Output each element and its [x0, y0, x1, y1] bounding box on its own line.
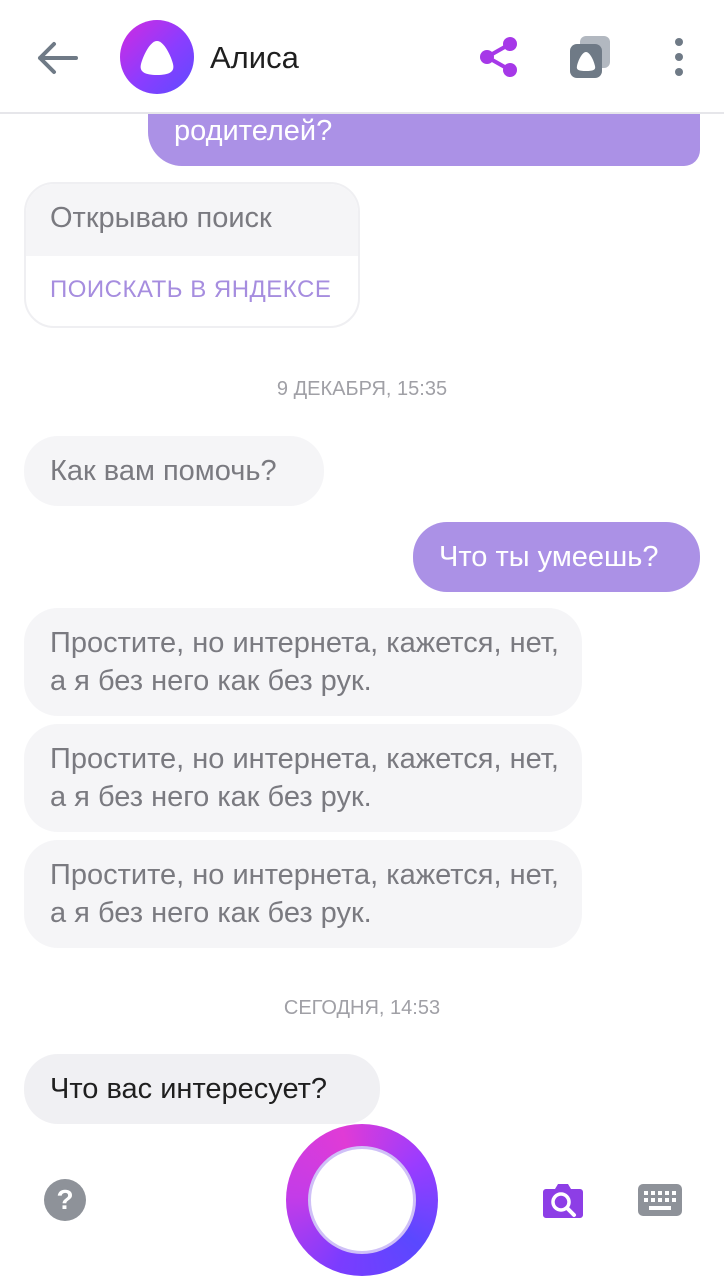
- alice-message-text: Простите, но интернета, кажется, нет, а …: [50, 743, 559, 813]
- help-button[interactable]: ?: [44, 1179, 86, 1221]
- search-yandex-button[interactable]: ПОИСКАТЬ В ЯНДЕКСЕ: [50, 276, 331, 304]
- keyboard-icon[interactable]: [638, 1184, 682, 1216]
- alice-message-text: Как вам помочь?: [50, 455, 277, 487]
- more-options-icon[interactable]: [664, 34, 694, 80]
- user-message-text: Что ты умеешь?: [439, 541, 659, 573]
- card-message-text: Открываю поиск: [50, 202, 272, 234]
- voice-ring-icon: [308, 1146, 416, 1254]
- date-separator: СЕГОДНЯ, 14:53: [283, 997, 441, 1019]
- alice-message-text: Простите, но интернета, кажется, нет, а …: [50, 627, 559, 697]
- help-question-icon: ?: [56, 1184, 74, 1215]
- alice-message-text: Что вас интересует?: [50, 1073, 328, 1105]
- alice-message: Как вам помочь?: [24, 436, 324, 506]
- user-message-text: родителей?: [174, 115, 333, 147]
- share-icon[interactable]: [476, 34, 522, 80]
- search-result-card: Открываю поиск ПОИСКАТЬ В ЯНДЕКСЕ: [24, 182, 360, 328]
- alice-message: Простите, но интернета, кажется, нет, а …: [24, 840, 582, 948]
- voice-input-button[interactable]: [286, 1124, 438, 1276]
- date-separator: 9 ДЕКАБРЯ, 15:35: [276, 378, 448, 400]
- alice-avatar: [120, 20, 194, 94]
- alice-logo-icon: [140, 41, 174, 75]
- card-message: Открываю поиск: [26, 184, 358, 256]
- user-message: Что ты умеешь?: [413, 522, 700, 592]
- alice-message: Что вас интересует?: [24, 1054, 380, 1124]
- skills-cards-icon[interactable]: [566, 34, 614, 80]
- alice-message: Простите, но интернета, кажется, нет, а …: [24, 724, 582, 832]
- alice-message-text: Простите, но интернета, кажется, нет, а …: [50, 859, 559, 929]
- alice-message: Простите, но интернета, кажется, нет, а …: [24, 608, 582, 716]
- chat-title: Алиса: [210, 40, 299, 75]
- camera-search-icon[interactable]: [542, 1181, 584, 1219]
- chat-header: Алиса: [0, 0, 724, 114]
- back-arrow-icon[interactable]: [32, 36, 80, 80]
- alice-chat-screen: родителей? Открываю поиск ПОИСКАТЬ В ЯНД…: [0, 0, 724, 1280]
